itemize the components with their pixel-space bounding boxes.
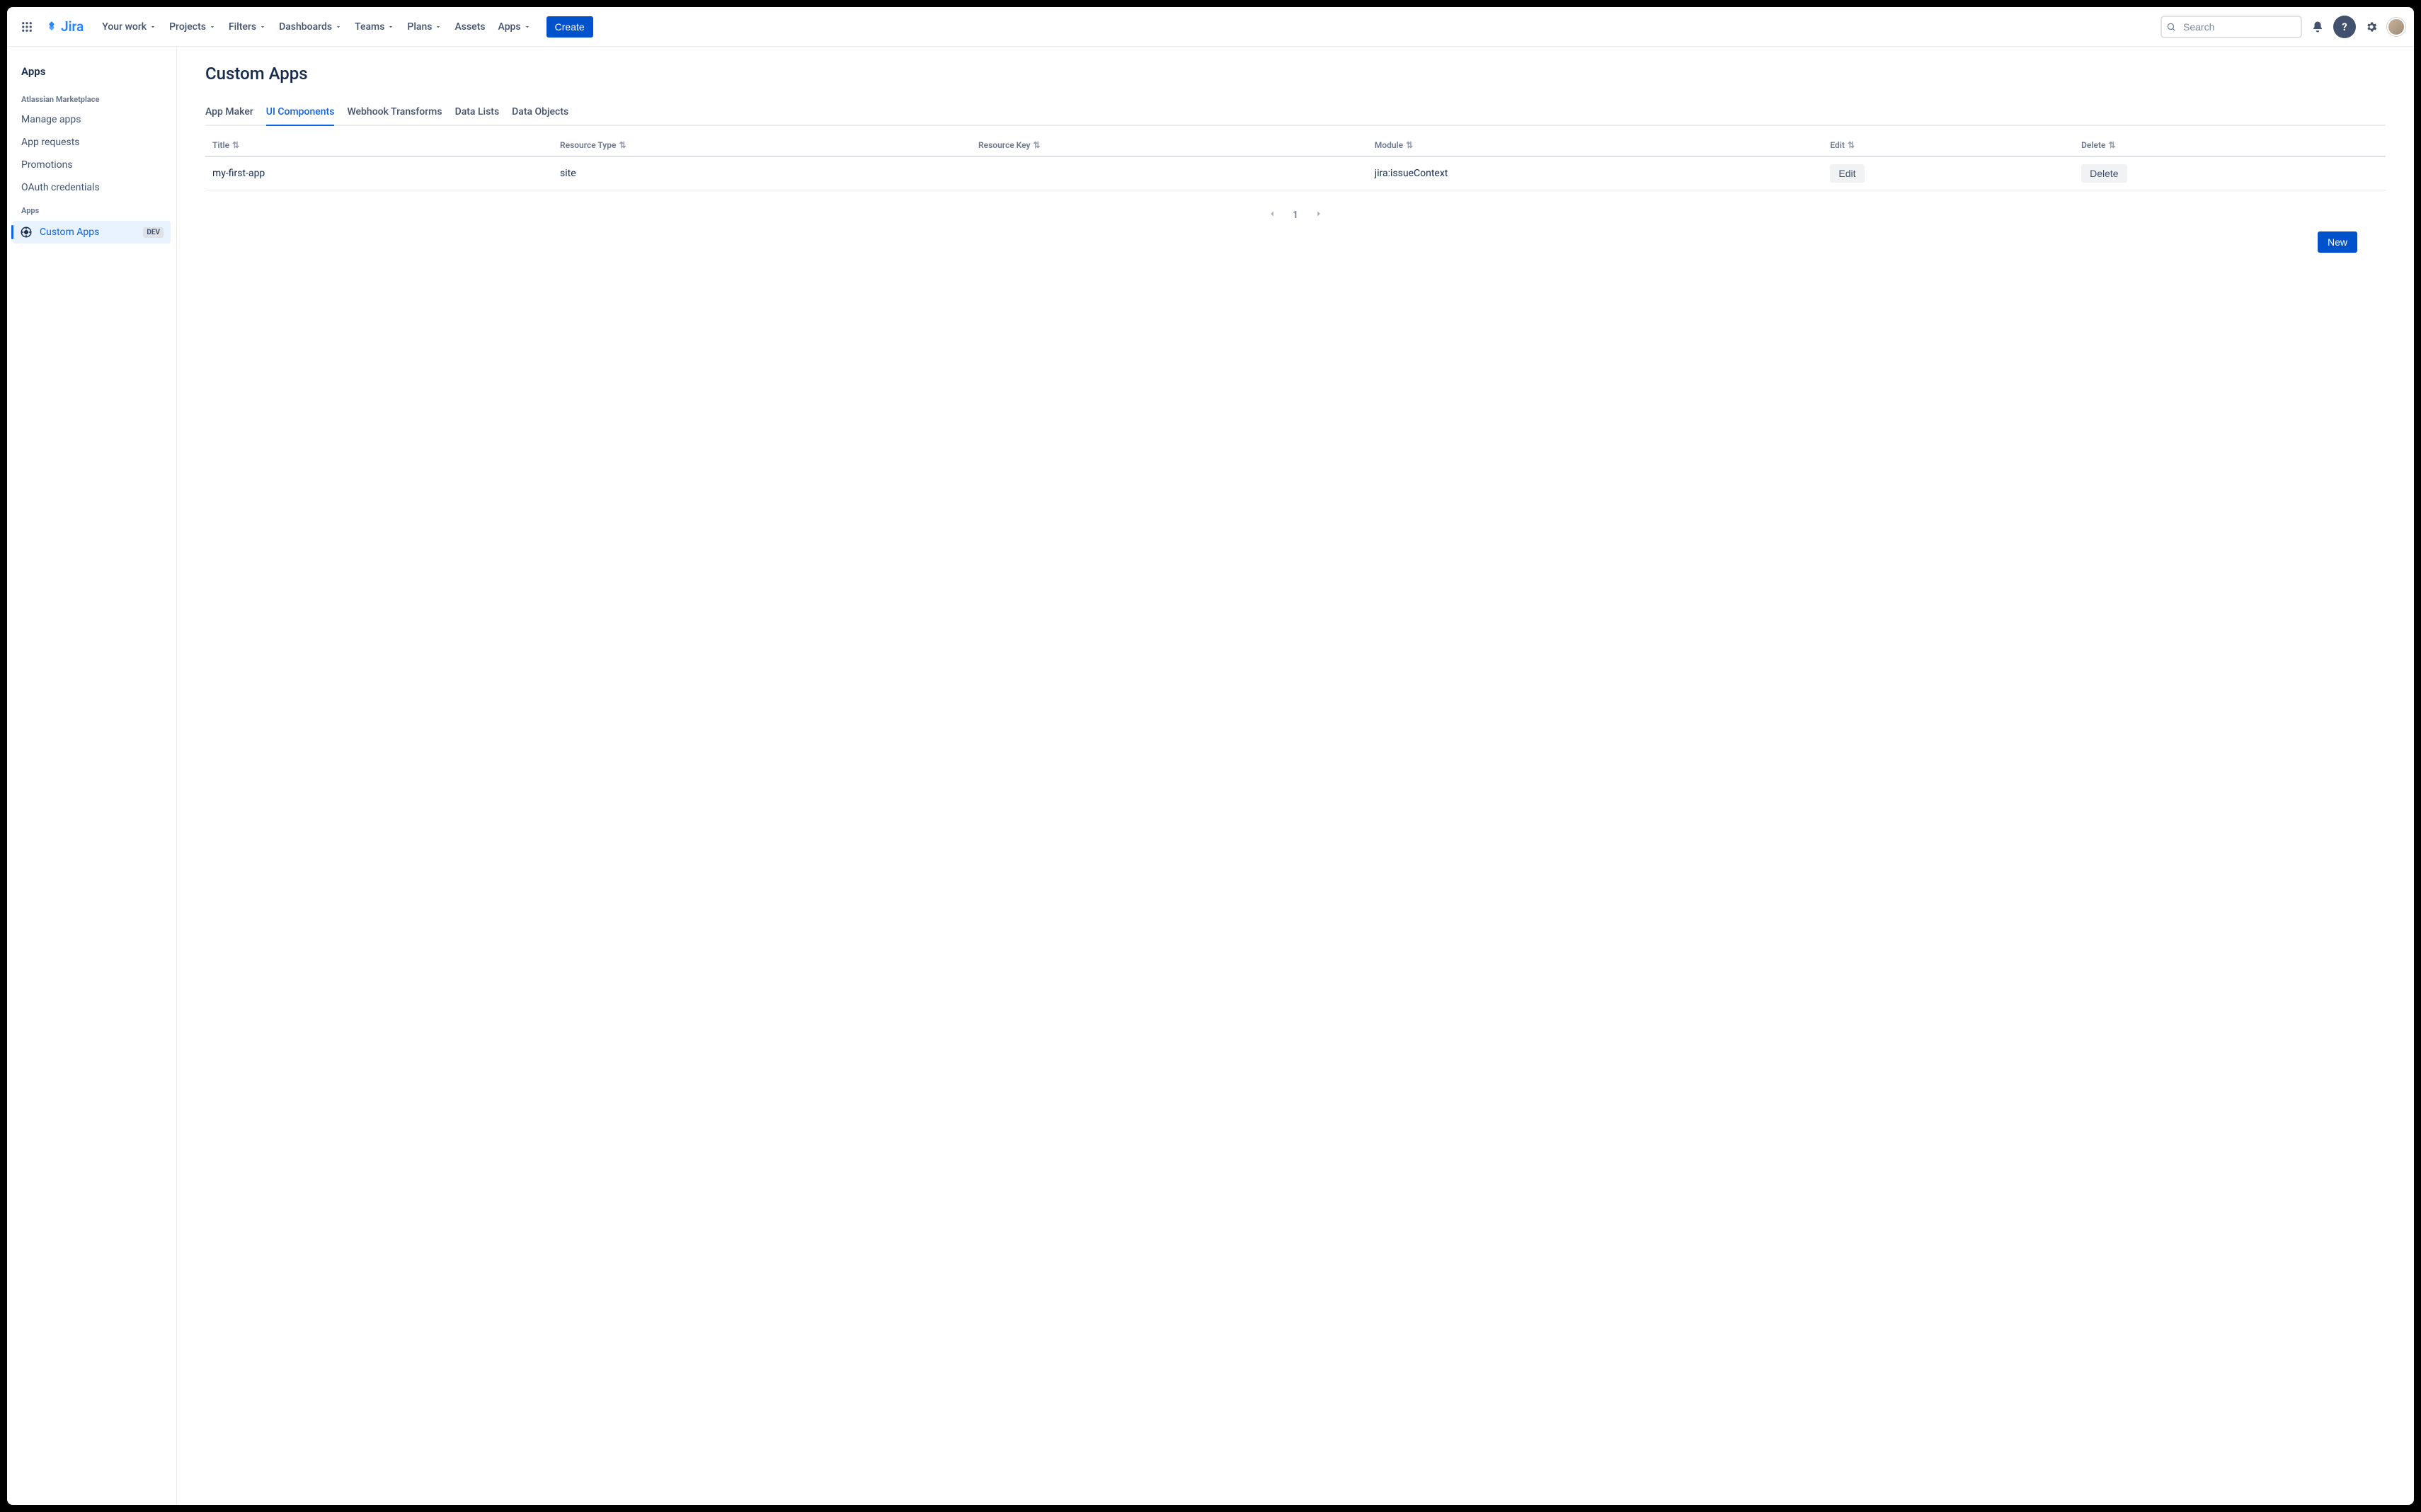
nav-teams[interactable]: Teams [349,17,400,37]
chevron-down-icon [149,23,156,30]
page-title: Custom Apps [205,64,2386,84]
jira-logo-icon [45,21,58,33]
nav-plans[interactable]: Plans [401,17,447,37]
bell-icon [2311,21,2324,33]
chevron-left-icon [1267,209,1277,219]
app-switcher-button[interactable] [16,16,38,38]
tab-data-objects[interactable]: Data Objects [512,101,568,125]
col-delete[interactable]: Delete⇅ [2074,136,2386,156]
cell-title: my-first-app [205,156,553,190]
cell-resource-key [971,156,1368,190]
app-switcher-icon [21,21,33,33]
sidebar-section-marketplace: Atlassian Marketplace [13,88,171,108]
edit-button[interactable]: Edit [1830,164,1864,183]
help-button[interactable]: ? [2333,16,2356,38]
tab-app-maker[interactable]: App Maker [205,101,253,125]
nav-projects[interactable]: Projects [164,17,222,37]
sort-icon: ⇅ [619,140,626,150]
main-content: Custom Apps App Maker UI Components Webh… [177,47,2414,1505]
col-title[interactable]: Title⇅ [205,136,553,156]
settings-button[interactable] [2360,16,2383,38]
table-row: my-first-app site jira:issueContext Edit… [205,156,2386,190]
sort-icon: ⇅ [1033,140,1040,150]
col-label: Delete [2081,140,2105,150]
help-icon: ? [2342,21,2347,33]
chevron-down-icon [387,23,394,30]
col-module[interactable]: Module⇅ [1368,136,1824,156]
actions-row: New [205,231,2386,253]
cell-delete: Delete [2074,156,2386,190]
col-label: Module [1375,140,1403,150]
tab-data-lists[interactable]: Data Lists [455,101,500,125]
sidebar-item-custom-apps[interactable]: Custom Apps DEV [13,221,171,244]
tab-webhook-transforms[interactable]: Webhook Transforms [347,101,442,125]
cell-resource-type: site [553,156,971,190]
chevron-down-icon [335,23,342,30]
sort-icon: ⇅ [1848,140,1855,150]
nav-filters[interactable]: Filters [223,17,272,37]
search-wrap [2160,16,2302,38]
nav-apps[interactable]: Apps [493,17,537,37]
create-button[interactable]: Create [546,16,593,38]
chevron-right-icon [1314,209,1324,219]
dev-badge: DEV [143,227,164,238]
chevron-down-icon [524,23,531,30]
sort-icon: ⇅ [2108,140,2115,150]
sidebar-link-app-requests[interactable]: App requests [13,131,171,154]
pager-current-page[interactable]: 1 [1293,210,1298,221]
pagination: 1 [205,206,2386,224]
tabs: App Maker UI Components Webhook Transfor… [205,101,2386,126]
sort-icon: ⇅ [232,140,239,150]
sidebar-title: Apps [13,61,171,88]
top-nav: Jira Your work Projects Filters Dashboar… [7,7,2414,47]
col-edit[interactable]: Edit⇅ [1823,136,2074,156]
cell-module: jira:issueContext [1368,156,1824,190]
delete-button[interactable]: Delete [2081,164,2127,183]
col-label: Resource Key [978,140,1030,150]
sidebar-link-manage-apps[interactable]: Manage apps [13,108,171,131]
sidebar-link-oauth[interactable]: OAuth credentials [13,176,171,199]
nav-label: Teams [355,21,384,33]
chevron-down-icon [209,23,216,30]
nav-assets[interactable]: Assets [449,17,491,37]
nav-label: Plans [407,21,432,33]
nav-items: Your work Projects Filters Dashboards Te… [96,17,536,37]
col-label: Resource Type [560,140,616,150]
sidebar-section-apps: Apps [13,199,171,219]
nav-label: Dashboards [279,21,332,33]
pager-next[interactable] [1311,206,1327,224]
col-label: Title [212,140,229,150]
notifications-button[interactable] [2306,16,2329,38]
chevron-down-icon [259,23,266,30]
custom-apps-icon [20,226,33,239]
sidebar-item-label: Custom Apps [40,227,99,238]
col-resource-key[interactable]: Resource Key⇅ [971,136,1368,156]
nav-your-work[interactable]: Your work [96,17,162,37]
col-resource-type[interactable]: Resource Type⇅ [553,136,971,156]
sidebar-link-promotions[interactable]: Promotions [13,154,171,176]
cell-edit: Edit [1823,156,2074,190]
jira-logo[interactable]: Jira [41,18,88,35]
nav-label: Your work [102,21,147,33]
sidebar: Apps Atlassian Marketplace Manage apps A… [7,47,177,1505]
nav-label: Assets [454,21,485,33]
chevron-down-icon [435,23,442,30]
nav-label: Filters [229,21,256,33]
new-button[interactable]: New [2318,231,2357,253]
nav-label: Apps [498,21,521,33]
search-input[interactable] [2160,16,2302,38]
tab-ui-components[interactable]: UI Components [266,101,335,125]
product-name: Jira [61,18,84,35]
nav-label: Projects [169,21,206,33]
avatar[interactable] [2387,18,2405,36]
components-table: Title⇅ Resource Type⇅ Resource Key⇅ Modu… [205,136,2386,190]
gear-icon [2365,21,2378,33]
nav-dashboards[interactable]: Dashboards [273,17,348,37]
sort-icon: ⇅ [1406,140,1413,150]
pager-prev[interactable] [1264,206,1280,224]
col-label: Edit [1830,140,1845,150]
